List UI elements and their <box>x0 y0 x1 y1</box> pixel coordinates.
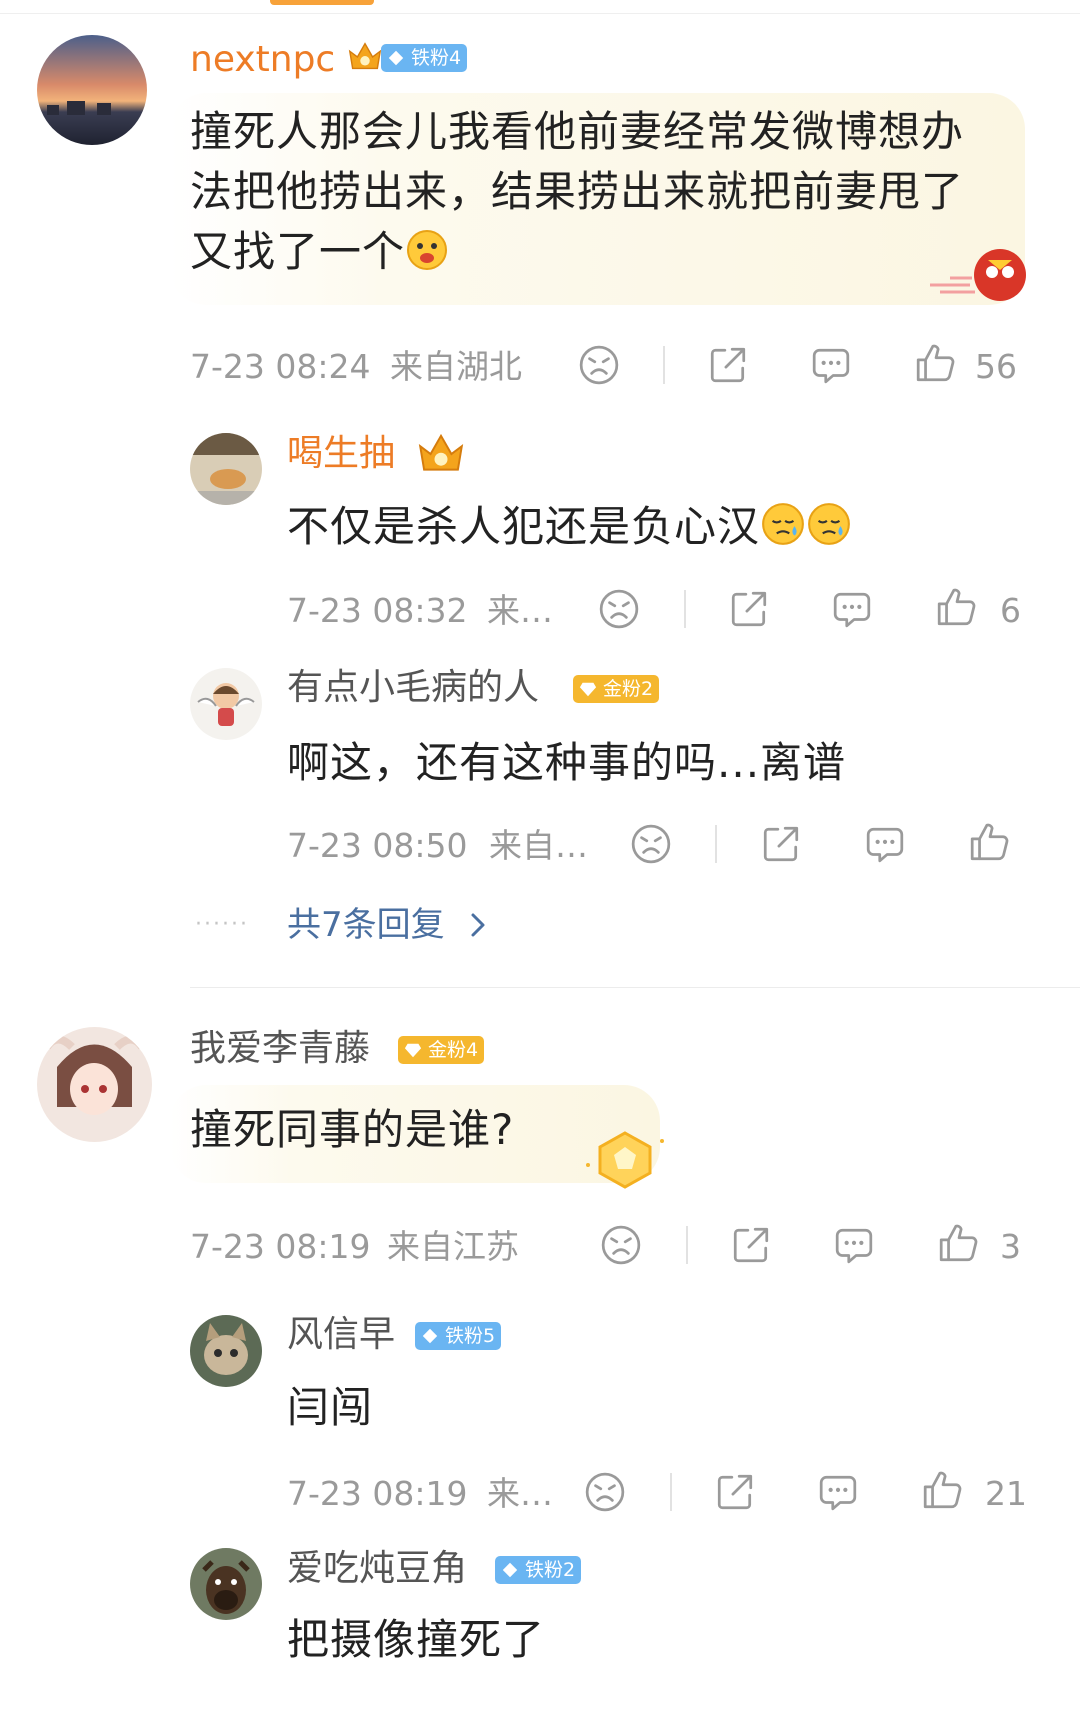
fan-badge[interactable]: 金粉4 <box>398 1036 485 1064</box>
dislike-icon[interactable] <box>600 1224 642 1266</box>
username[interactable]: 爱吃炖豆角 <box>287 1547 467 1591</box>
like-count: 56 <box>975 347 1017 386</box>
avatar[interactable] <box>37 1027 152 1142</box>
like-icon[interactable] <box>914 342 956 384</box>
fan-badge[interactable]: 铁粉5 <box>415 1322 502 1350</box>
comment-icon[interactable] <box>817 1471 859 1513</box>
badge-label: 铁粉2 <box>525 1559 576 1581</box>
avatar[interactable] <box>190 1315 262 1387</box>
fan-badge[interactable]: 铁粉2 <box>495 1556 582 1584</box>
username[interactable]: nextnpc <box>190 38 335 82</box>
username[interactable]: 喝生抽 <box>287 432 395 476</box>
comment-location: 来自… <box>489 826 588 865</box>
like-icon[interactable] <box>937 1222 979 1264</box>
comment-text: 不仅是杀人犯还是负心汉 <box>287 497 1047 557</box>
diamond-icon <box>421 1327 439 1345</box>
share-icon[interactable] <box>728 588 770 630</box>
comment-location: 来… <box>487 591 553 630</box>
divider <box>663 346 665 384</box>
fan-badge[interactable]: 铁粉4 <box>381 44 468 72</box>
username[interactable]: 风信早 <box>287 1313 395 1357</box>
emoji-icon <box>808 503 850 545</box>
more-replies-label: 共7条回复 <box>287 905 445 945</box>
decoration-icon <box>586 1131 664 1189</box>
badge-label: 金粉4 <box>428 1039 479 1061</box>
avatar[interactable] <box>190 433 262 505</box>
comment-location: 来自湖北 <box>390 347 522 386</box>
divider <box>686 1226 688 1264</box>
divider <box>684 590 686 628</box>
share-icon[interactable] <box>730 1224 772 1266</box>
comment-time: 7-23 08:24 <box>190 347 371 386</box>
dislike-icon[interactable] <box>578 344 620 386</box>
chevron-right-icon <box>471 913 485 937</box>
divider <box>190 987 1080 988</box>
badge-label: 铁粉5 <box>445 1325 496 1347</box>
more-replies-link[interactable]: 共7条回复 <box>287 903 489 947</box>
fan-badge[interactable]: 金粉2 <box>573 675 660 703</box>
avatar[interactable] <box>37 35 147 145</box>
decoration-icon <box>930 249 1026 301</box>
badge-label: 金粉2 <box>603 678 654 700</box>
comment-icon[interactable] <box>864 823 906 865</box>
comment-location: 来… <box>487 1474 553 1513</box>
divider <box>715 825 717 863</box>
crown-icon <box>346 38 384 76</box>
like-icon[interactable] <box>921 1469 963 1511</box>
like-icon[interactable] <box>935 586 977 628</box>
avatar[interactable] <box>190 668 262 740</box>
comment-location: 来自江苏 <box>387 1227 519 1266</box>
like-count: 6 <box>1000 591 1021 630</box>
comment-text: 撞死人那会儿我看他前妻经常发微博想办法把他捞出来，结果捞出来就把前妻甩了又找了一… <box>190 107 965 276</box>
diamond-icon <box>501 1561 519 1579</box>
comment-time: 7-23 08:32 <box>287 591 468 630</box>
comment-icon[interactable] <box>831 588 873 630</box>
gem-icon <box>579 680 597 698</box>
comment-text: 啊这，还有这种事的吗...离谱 <box>287 738 847 787</box>
dislike-icon[interactable] <box>598 588 640 630</box>
share-icon[interactable] <box>760 823 802 865</box>
emoji-icon <box>762 503 804 545</box>
comment-time: 7-23 08:19 <box>190 1227 371 1266</box>
comment-icon[interactable] <box>833 1224 875 1266</box>
username[interactable]: 我爱李青藤 <box>190 1027 370 1071</box>
share-icon[interactable] <box>714 1471 756 1513</box>
more-replies-dots: ······ <box>195 912 249 937</box>
like-icon[interactable] <box>968 821 1010 863</box>
comment-time: 7-23 08:50 <box>287 826 468 865</box>
divider <box>670 1473 672 1511</box>
dislike-icon[interactable] <box>630 823 672 865</box>
active-tab-indicator <box>270 0 374 5</box>
like-count: 21 <box>985 1474 1027 1513</box>
crown-icon <box>415 428 467 480</box>
diamond-icon <box>387 49 405 67</box>
gem-icon <box>404 1041 422 1059</box>
avatar[interactable] <box>190 1548 262 1620</box>
badge-label: 铁粉4 <box>411 47 462 69</box>
comment-icon[interactable] <box>810 344 852 386</box>
comment-text: 闫闯 <box>287 1383 374 1432</box>
username[interactable]: 有点小毛病的人 <box>287 666 539 710</box>
emoji-icon <box>407 230 448 270</box>
comment-text: 把摄像撞死了 <box>287 1615 546 1664</box>
comment-time: 7-23 08:19 <box>287 1474 468 1513</box>
share-icon[interactable] <box>707 344 749 386</box>
divider <box>0 13 1080 14</box>
dislike-icon[interactable] <box>584 1471 626 1513</box>
like-count: 3 <box>1000 1227 1021 1266</box>
